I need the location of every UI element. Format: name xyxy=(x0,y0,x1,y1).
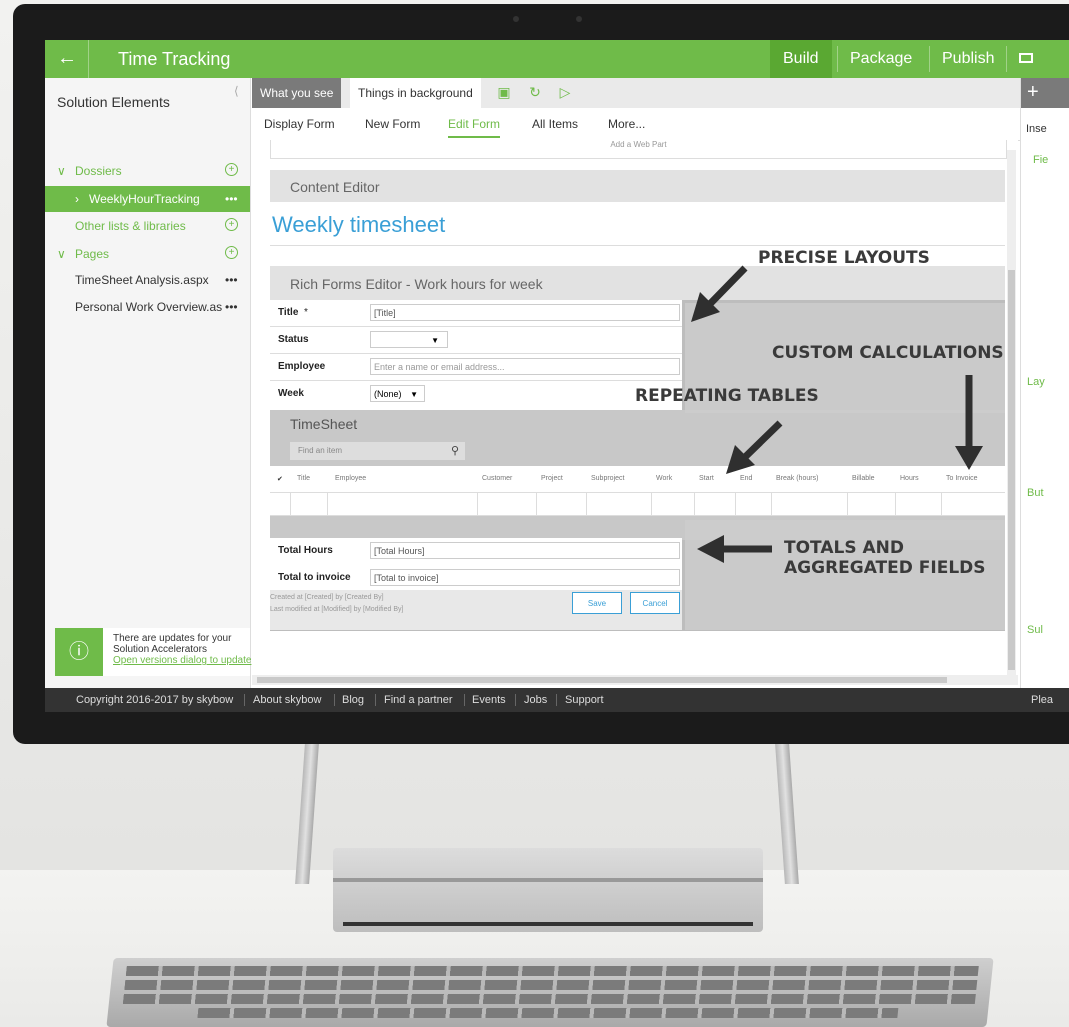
arrow-icon xyxy=(691,265,983,563)
